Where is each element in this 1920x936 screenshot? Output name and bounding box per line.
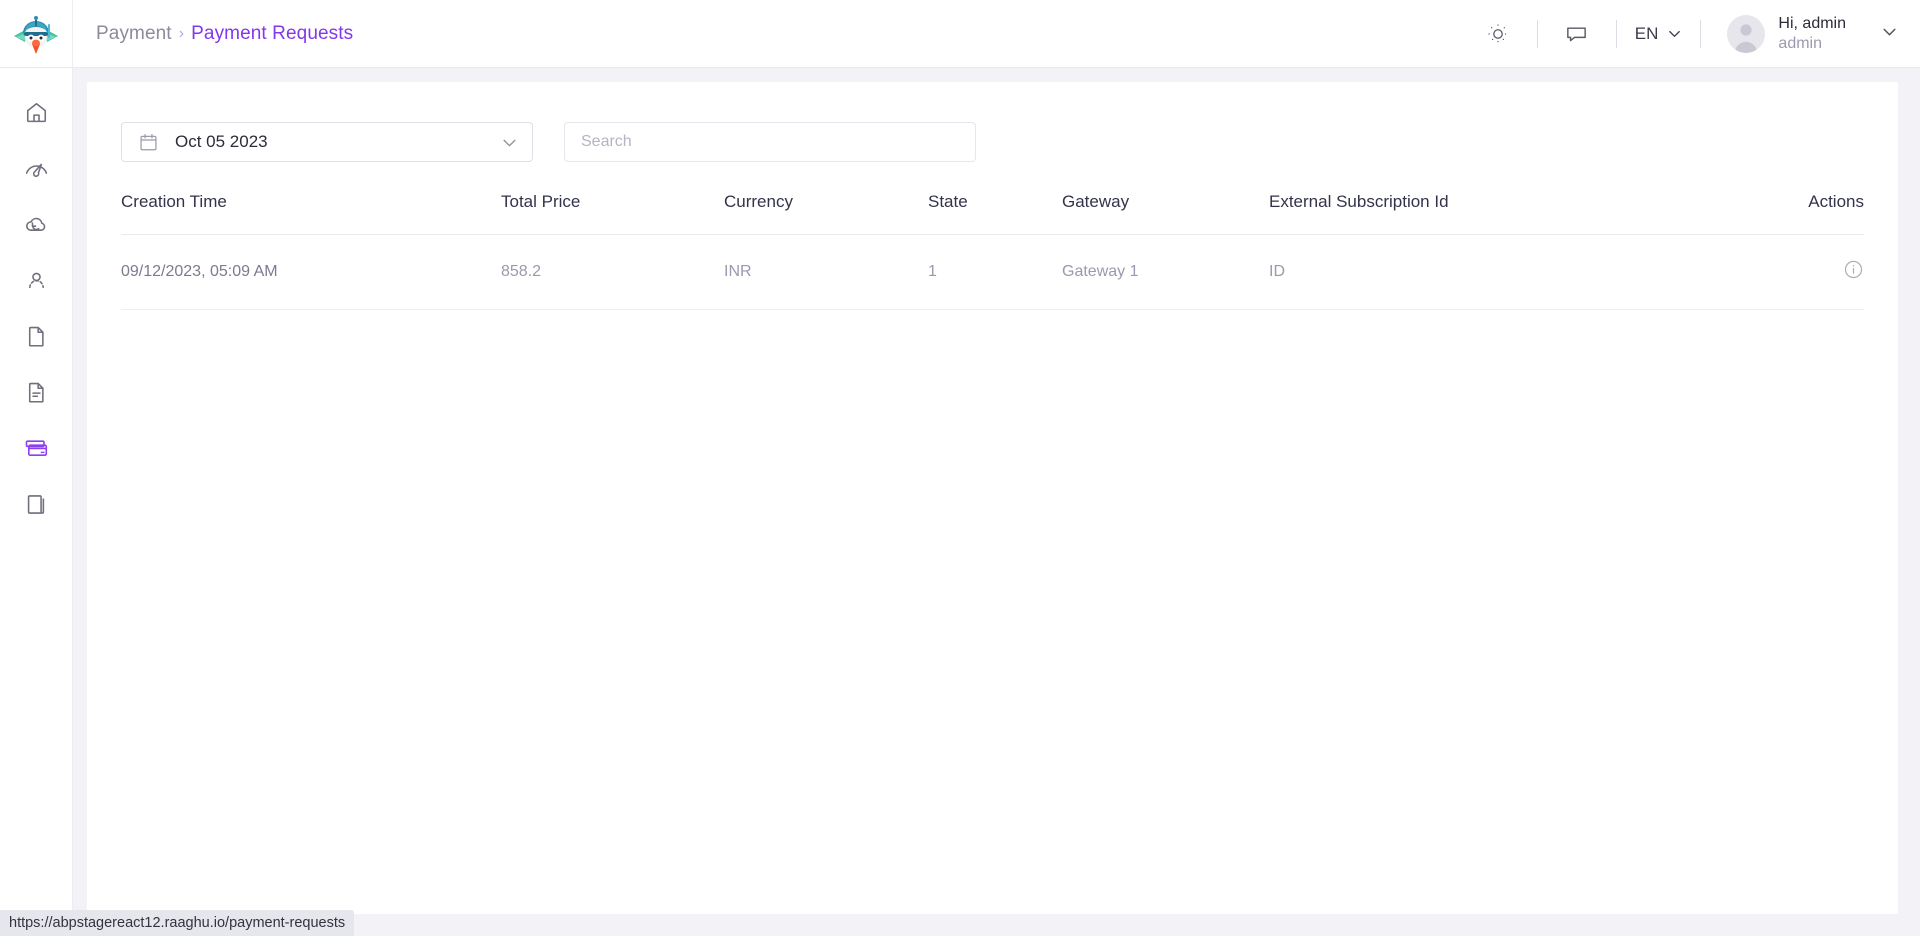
table-header: Creation Time Total Price Currency State… [121, 192, 1864, 235]
date-filter[interactable]: Oct 05 2023 [121, 122, 533, 162]
sun-icon [1488, 23, 1508, 44]
chat-button[interactable] [1550, 0, 1604, 68]
cell-actions [1744, 234, 1864, 310]
breadcrumb: Payment › Payment Requests [73, 0, 353, 67]
user-avatar-icon [1735, 23, 1758, 53]
chevron-down-icon [1669, 30, 1681, 37]
chevron-down-icon [1883, 28, 1896, 35]
header-divider-1 [1536, 19, 1538, 48]
cell-total-price: 858.2 [501, 234, 724, 310]
body: Oct 05 2023 Creation Time Total Price Cu… [0, 68, 1920, 936]
credit-card-icon [25, 440, 48, 456]
status-bar-url-text: https://abpstagereact12.raaghu.io/paymen… [9, 915, 346, 931]
app-logo[interactable] [0, 0, 73, 67]
table-body: 09/12/2023, 05:09 AM 858.2 INR 1 Gateway… [121, 234, 1864, 310]
sidebar-item-catalog[interactable] [0, 476, 73, 532]
chat-bubble-icon [1567, 27, 1587, 42]
column-total-price[interactable]: Total Price [501, 192, 724, 235]
user-greeting: Hi, admin [1778, 14, 1846, 32]
table-row[interactable]: 09/12/2023, 05:09 AM 858.2 INR 1 Gateway… [121, 234, 1864, 310]
cell-gateway: Gateway 1 [1062, 234, 1269, 310]
info-circle-icon [1844, 260, 1863, 279]
avatar [1727, 14, 1766, 53]
header-actions: EN Hi, admin admin [1471, 0, 1920, 67]
calendar-icon [140, 133, 157, 150]
cell-creation-time: 09/12/2023, 05:09 AM [121, 234, 501, 310]
language-label: EN [1634, 23, 1659, 43]
row-info-button[interactable] [1843, 259, 1864, 285]
column-state[interactable]: State [928, 192, 1062, 235]
user-menu[interactable]: Hi, admin admin [1713, 14, 1898, 54]
column-external-subscription-id[interactable]: External Subscription Id [1269, 192, 1744, 235]
cell-currency: INR [724, 234, 928, 310]
column-currency[interactable]: Currency [724, 192, 928, 235]
header-divider-2 [1615, 19, 1617, 48]
payment-requests-card: Oct 05 2023 Creation Time Total Price Cu… [87, 82, 1898, 914]
language-selector[interactable]: EN [1629, 24, 1689, 44]
sidebar-item-payment[interactable] [0, 420, 73, 476]
breadcrumb-separator-icon: › [178, 24, 185, 42]
app-root: Payment › Payment Requests EN Hi, admin … [0, 0, 1920, 936]
user-menu-caret[interactable] [1881, 23, 1898, 45]
chevron-down-icon[interactable] [501, 134, 518, 151]
sidebar-item-file[interactable] [0, 308, 73, 364]
status-bar-url: https://abpstagereact12.raaghu.io/paymen… [0, 910, 355, 936]
filter-bar: Oct 05 2023 [121, 122, 1864, 162]
theme-toggle-button[interactable] [1471, 0, 1525, 68]
document-lines-icon [28, 382, 44, 403]
breadcrumb-current[interactable]: Payment Requests [191, 23, 353, 45]
sidebar-item-administration[interactable] [0, 252, 73, 308]
user-info: Hi, admin admin [1778, 14, 1846, 54]
breadcrumb-root[interactable]: Payment [96, 23, 172, 45]
header-divider-3 [1700, 19, 1702, 48]
main-content: Oct 05 2023 Creation Time Total Price Cu… [73, 68, 1920, 936]
sidebar [0, 68, 73, 936]
user-group-icon [28, 272, 44, 288]
user-username: admin [1778, 34, 1822, 52]
sidebar-item-saas[interactable] [0, 196, 73, 252]
sidebar-item-dashboard[interactable] [0, 140, 73, 196]
column-creation-time[interactable]: Creation Time [121, 192, 501, 235]
home-icon [26, 102, 46, 122]
column-actions: Actions [1744, 192, 1864, 235]
bird-plane-logo-icon [14, 15, 58, 54]
date-filter-value: Oct 05 2023 [175, 132, 268, 151]
column-gateway[interactable]: Gateway [1062, 192, 1269, 235]
sidebar-item-reports[interactable] [0, 364, 73, 420]
cell-state: 1 [928, 234, 1062, 310]
payment-requests-table: Creation Time Total Price Currency State… [121, 192, 1864, 310]
file-icon [28, 326, 44, 347]
top-header: Payment › Payment Requests EN Hi, admin … [0, 0, 1920, 68]
cloud-refresh-icon [25, 217, 45, 231]
sidebar-item-home[interactable] [0, 84, 73, 140]
table-header-row: Creation Time Total Price Currency State… [121, 192, 1864, 235]
book-icon [27, 494, 44, 514]
search-input[interactable] [564, 122, 976, 162]
cell-external-subscription-id: ID [1269, 234, 1744, 310]
speedometer-icon [25, 163, 47, 177]
